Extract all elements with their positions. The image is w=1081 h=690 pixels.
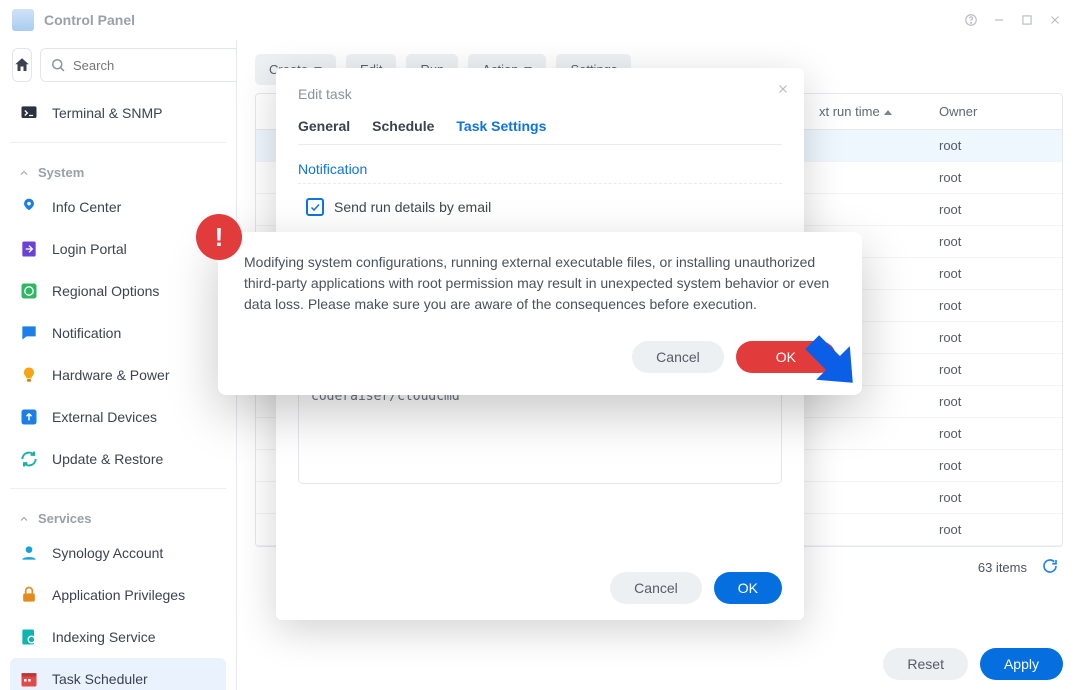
search-doc-icon — [18, 626, 40, 648]
owner-cell: root — [927, 450, 1062, 482]
owner-cell: root — [927, 162, 1062, 194]
notification-section-label: Notification — [298, 161, 782, 184]
home-button[interactable] — [12, 48, 32, 82]
calendar-icon — [18, 668, 40, 690]
sidebar-item-label: Terminal & SNMP — [52, 105, 162, 121]
sidebar-item-indexing-service[interactable]: Indexing Service — [10, 616, 226, 658]
info-icon — [18, 196, 40, 218]
sidebar-item-login-portal[interactable]: Login Portal — [10, 228, 226, 270]
owner-cell: root — [927, 482, 1062, 514]
owner-cell: root — [927, 290, 1062, 322]
apply-button[interactable]: Apply — [980, 648, 1063, 680]
sidebar-item-update-restore[interactable]: Update & Restore — [10, 438, 226, 480]
warning-icon: ! — [196, 214, 242, 260]
help-icon[interactable] — [957, 6, 985, 34]
sidebar-item-label: Login Portal — [52, 241, 127, 257]
globe-icon — [18, 280, 40, 302]
owner-cell: root — [927, 386, 1062, 418]
app-icon — [12, 9, 34, 31]
upload-icon — [18, 406, 40, 428]
modal-tabs: General Schedule Task Settings — [298, 118, 782, 145]
terminal-icon — [18, 102, 40, 124]
sidebar-item-label: Application Privileges — [52, 587, 185, 603]
sidebar-item-label: External Devices — [52, 409, 157, 425]
footer-actions: Reset Apply — [255, 638, 1063, 680]
user-script-textarea[interactable]: coderaiser/cloudcmd — [298, 380, 782, 484]
checkbox-label: Send run details by email — [334, 199, 491, 215]
sidebar-item-info-center[interactable]: Info Center — [10, 186, 226, 228]
sort-asc-icon — [884, 110, 892, 115]
chat-icon — [18, 322, 40, 344]
search-field[interactable] — [73, 58, 237, 73]
sidebar-item-label: Hardware & Power — [52, 367, 170, 383]
confirm-alert: ! Modifying system configurations, runni… — [218, 232, 862, 395]
maximize-icon[interactable] — [1013, 6, 1041, 34]
close-icon[interactable] — [1041, 6, 1069, 34]
sidebar-item-hardware-power[interactable]: Hardware & Power — [10, 354, 226, 396]
sidebar-group-services[interactable]: Services — [10, 497, 226, 532]
window-title: Control Panel — [44, 12, 135, 28]
account-icon — [18, 542, 40, 564]
sidebar-pinned-item[interactable]: Terminal & SNMP — [10, 92, 226, 134]
window-titlebar: Control Panel — [0, 0, 1081, 40]
checkbox-checked-icon — [306, 198, 324, 216]
search-input[interactable] — [40, 48, 237, 82]
owner-cell: root — [927, 194, 1062, 226]
owner-cell: root — [927, 514, 1062, 546]
sidebar-item-regional-options[interactable]: Regional Options — [10, 270, 226, 312]
tab-task-settings[interactable]: Task Settings — [456, 118, 546, 134]
sidebar-item-label: Indexing Service — [52, 629, 156, 645]
modal-close-icon[interactable] — [776, 82, 790, 99]
alert-message: Modifying system configurations, running… — [244, 252, 836, 315]
tab-schedule[interactable]: Schedule — [372, 118, 434, 134]
item-count: 63 items — [978, 560, 1027, 575]
portal-icon — [18, 238, 40, 260]
sidebar-item-label: Notification — [52, 325, 121, 341]
refresh-button[interactable] — [1041, 557, 1059, 578]
send-email-checkbox-row[interactable]: Send run details by email — [298, 194, 782, 220]
minimize-icon[interactable] — [985, 6, 1013, 34]
col-next-run[interactable]: xt run time — [807, 94, 927, 130]
sidebar-item-label: Synology Account — [52, 545, 163, 561]
edit-ok-button[interactable]: OK — [714, 572, 782, 604]
edit-cancel-button[interactable]: Cancel — [610, 572, 702, 604]
owner-cell: root — [927, 130, 1062, 162]
owner-cell: root — [927, 258, 1062, 290]
modal-title: Edit task — [298, 86, 782, 102]
sidebar-item-external-devices[interactable]: External Devices — [10, 396, 226, 438]
col-owner[interactable]: Owner — [927, 94, 1062, 130]
refresh-icon — [18, 448, 40, 470]
sidebar-item-task-scheduler[interactable]: Task Scheduler — [10, 658, 226, 690]
sidebar-item-label: Update & Restore — [52, 451, 163, 467]
owner-cell: root — [927, 322, 1062, 354]
lock-icon — [18, 584, 40, 606]
sidebar-item-notification[interactable]: Notification — [10, 312, 226, 354]
sidebar-item-label: Info Center — [52, 199, 121, 215]
sidebar-item-label: Regional Options — [52, 283, 159, 299]
owner-cell: root — [927, 354, 1062, 386]
bulb-icon — [18, 364, 40, 386]
owner-cell: root — [927, 226, 1062, 258]
alert-ok-button[interactable]: OK — [736, 341, 836, 373]
owner-cell: root — [927, 418, 1062, 450]
sidebar-item-synology-account[interactable]: Synology Account — [10, 532, 226, 574]
sidebar-item-application-privileges[interactable]: Application Privileges — [10, 574, 226, 616]
sidebar-group-system[interactable]: System — [10, 151, 226, 186]
sidebar-item-label: Task Scheduler — [52, 671, 148, 687]
tab-general[interactable]: General — [298, 118, 350, 134]
alert-cancel-button[interactable]: Cancel — [632, 341, 724, 373]
sidebar: Terminal & SNMP System Info Center Login… — [0, 40, 237, 690]
reset-button[interactable]: Reset — [883, 648, 968, 680]
